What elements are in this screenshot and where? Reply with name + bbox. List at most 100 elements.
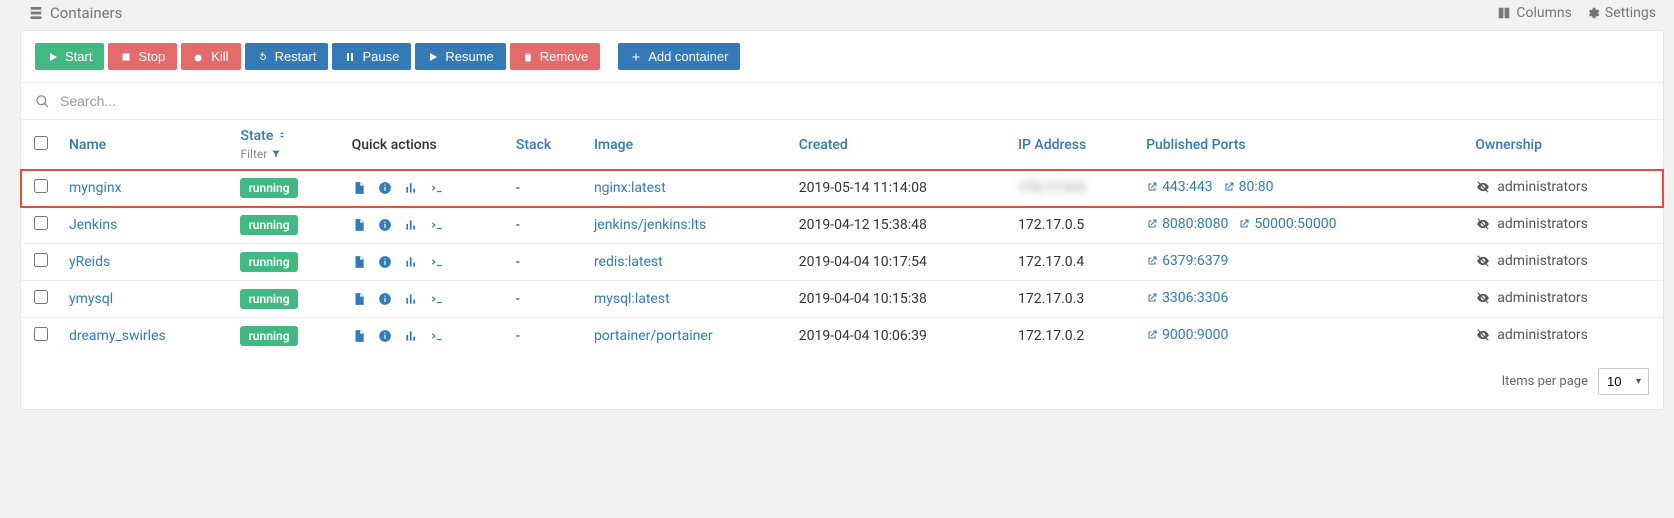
start-button[interactable]: Start <box>35 43 104 70</box>
pause-button[interactable]: Pause <box>332 43 411 70</box>
ownership-cell: administrators <box>1475 327 1588 343</box>
header-ports[interactable]: Published Ports <box>1138 120 1467 170</box>
ip-cell: 172.17.0.5 <box>1010 207 1138 244</box>
console-icon[interactable] <box>430 218 444 232</box>
header-quick: Quick actions <box>344 120 508 170</box>
image-link[interactable]: redis:latest <box>594 254 663 270</box>
search-input[interactable] <box>60 93 1649 109</box>
image-link[interactable]: jenkins/jenkins:lts <box>594 217 706 233</box>
table-row: ymysqlrunning-mysql:latest2019-04-04 10:… <box>21 281 1663 318</box>
port-link[interactable]: 3306:3306 <box>1146 290 1228 306</box>
plus-icon <box>630 51 642 63</box>
row-checkbox[interactable] <box>34 290 48 304</box>
container-name-link[interactable]: ymysql <box>69 291 113 307</box>
console-icon[interactable] <box>430 255 444 269</box>
container-name-link[interactable]: Jenkins <box>69 217 117 233</box>
resume-button[interactable]: Resume <box>415 43 505 70</box>
items-per-page-select[interactable]: 10 <box>1598 368 1649 395</box>
stop-button[interactable]: Stop <box>108 43 177 70</box>
created-cell: 2019-04-04 10:17:54 <box>791 244 1010 281</box>
header-name[interactable]: Name <box>61 120 232 170</box>
state-badge: running <box>240 178 297 198</box>
inspect-icon[interactable] <box>378 329 392 343</box>
settings-link[interactable]: Settings <box>1586 5 1656 21</box>
state-badge: running <box>240 252 297 272</box>
console-icon[interactable] <box>430 181 444 195</box>
restart-button[interactable]: Restart <box>245 43 329 70</box>
stack-cell: - <box>508 207 586 244</box>
created-cell: 2019-04-12 15:38:48 <box>791 207 1010 244</box>
port-link[interactable]: 9000:9000 <box>1146 327 1228 343</box>
search-icon <box>35 94 50 109</box>
console-icon[interactable] <box>430 329 444 343</box>
inspect-icon[interactable] <box>378 255 392 269</box>
stack-cell: - <box>508 318 586 355</box>
add-container-button[interactable]: Add container <box>618 43 740 70</box>
port-link[interactable]: 6379:6379 <box>1146 253 1228 269</box>
ports-cell: 8080:8080 50000:50000 <box>1138 207 1467 244</box>
panel-title: Containers <box>28 4 122 22</box>
image-link[interactable]: nginx:latest <box>594 180 666 196</box>
ownership-cell: administrators <box>1475 216 1588 232</box>
ownership-cell: administrators <box>1475 253 1588 269</box>
logs-icon[interactable] <box>352 181 366 195</box>
containers-table: Name State Filter Quick actions Stack Im… <box>21 120 1663 354</box>
header-ip[interactable]: IP Address <box>1010 120 1138 170</box>
image-link[interactable]: portainer/portainer <box>594 328 713 344</box>
filter-icon <box>271 149 281 159</box>
console-icon[interactable] <box>430 292 444 306</box>
stats-icon[interactable] <box>404 255 418 269</box>
container-name-link[interactable]: dreamy_swirles <box>69 328 166 344</box>
header-ownership[interactable]: Ownership <box>1467 120 1663 170</box>
state-badge: running <box>240 326 297 346</box>
row-checkbox[interactable] <box>34 216 48 230</box>
stats-icon[interactable] <box>404 329 418 343</box>
port-link[interactable]: 443:443 <box>1146 179 1213 195</box>
logs-icon[interactable] <box>352 255 366 269</box>
created-cell: 2019-04-04 10:06:39 <box>791 318 1010 355</box>
logs-icon[interactable] <box>352 292 366 306</box>
table-row: mynginxrunning-nginx:latest2019-05-14 11… <box>21 170 1663 207</box>
remove-button[interactable]: Remove <box>510 43 600 70</box>
ownership-cell: administrators <box>1475 290 1588 306</box>
row-checkbox[interactable] <box>34 179 48 193</box>
ports-cell: 6379:6379 <box>1138 244 1467 281</box>
header-stack[interactable]: Stack <box>508 120 586 170</box>
ports-cell: 443:443 80:80 <box>1138 170 1467 207</box>
ip-cell: 172.17.0.3 <box>1010 281 1138 318</box>
select-all-checkbox[interactable] <box>34 136 48 150</box>
kill-button[interactable]: Kill <box>181 43 240 70</box>
header-state[interactable]: State Filter <box>232 120 343 170</box>
stats-icon[interactable] <box>404 292 418 306</box>
created-cell: 2019-04-04 10:15:38 <box>791 281 1010 318</box>
state-filter[interactable]: Filter <box>240 147 335 161</box>
ip-cell: 172.17.0.4 <box>1010 244 1138 281</box>
items-per-page-label: Items per page <box>1502 374 1588 389</box>
table-row: Jenkinsrunning-jenkins/jenkins:lts2019-0… <box>21 207 1663 244</box>
table-row: yReidsrunning-redis:latest2019-04-04 10:… <box>21 244 1663 281</box>
port-link[interactable]: 80:80 <box>1223 179 1274 195</box>
stats-icon[interactable] <box>404 181 418 195</box>
trash-icon <box>522 51 534 63</box>
inspect-icon[interactable] <box>378 218 392 232</box>
header-created[interactable]: Created <box>791 120 1010 170</box>
refresh-icon <box>257 51 269 63</box>
row-checkbox[interactable] <box>34 253 48 267</box>
inspect-icon[interactable] <box>378 292 392 306</box>
container-name-link[interactable]: mynginx <box>69 180 122 196</box>
port-link[interactable]: 8080:8080 <box>1146 216 1228 232</box>
image-link[interactable]: mysql:latest <box>594 291 670 307</box>
stats-icon[interactable] <box>404 218 418 232</box>
columns-link[interactable]: Columns <box>1497 5 1571 21</box>
port-link[interactable]: 50000:50000 <box>1238 216 1336 232</box>
container-name-link[interactable]: yReids <box>69 254 110 270</box>
ip-cell: 172.17.0.2 <box>1010 318 1138 355</box>
inspect-icon[interactable] <box>378 181 392 195</box>
play-icon <box>47 51 59 63</box>
row-checkbox[interactable] <box>34 327 48 341</box>
header-image[interactable]: Image <box>586 120 791 170</box>
logs-icon[interactable] <box>352 218 366 232</box>
created-cell: 2019-05-14 11:14:08 <box>791 170 1010 207</box>
logs-icon[interactable] <box>352 329 366 343</box>
play-icon <box>427 51 439 63</box>
